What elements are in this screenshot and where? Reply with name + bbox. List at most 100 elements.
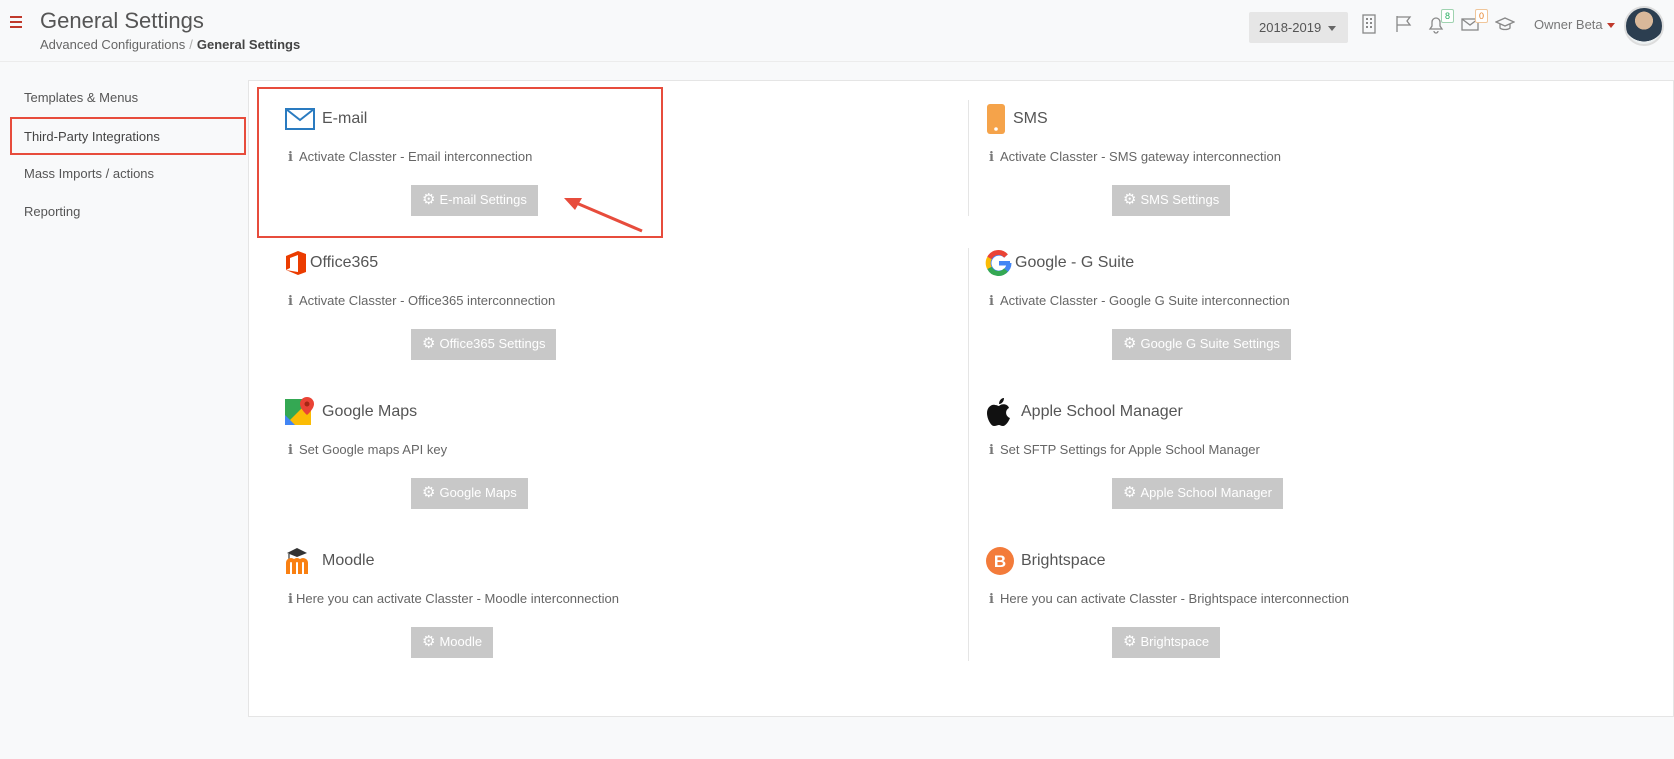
google-maps-title: Google Maps (322, 403, 418, 420)
moodle-card-title: Moodle (284, 546, 374, 576)
envelope-icon[interactable]: 0 (1460, 9, 1488, 34)
sidebar-item-mass-imports[interactable]: Mass Imports / actions (10, 155, 246, 193)
gsuite-card-title: Google - G Suite (985, 248, 1134, 278)
user-menu[interactable]: Owner Beta (1534, 17, 1615, 32)
info-icon: i (989, 294, 994, 309)
brightspace-button[interactable]: ⚙ Brightspace (1112, 627, 1221, 658)
gears-icon: ⚙ (422, 633, 436, 650)
moodle-button[interactable]: ⚙ Moodle (411, 627, 494, 658)
phone-icon (985, 104, 1007, 134)
moodle-card: Moodle i Here you can activate Classter -… (284, 546, 964, 686)
google-maps-label: Google Maps (439, 485, 517, 500)
breadcrumb-current: General Settings (196, 37, 301, 52)
info-icon: i (989, 443, 994, 458)
column-divider (968, 248, 969, 661)
notifications-badge: 8 (1440, 9, 1454, 23)
gsuite-settings-label: Google G Suite Settings (1140, 336, 1280, 351)
gears-icon: ⚙ (1123, 191, 1137, 208)
gsuite-title: Google - G Suite (1015, 254, 1135, 271)
sms-settings-label: SMS Settings (1140, 192, 1220, 207)
menu-icon[interactable] (10, 16, 22, 28)
google-icon (985, 248, 1013, 278)
brightspace-description: i Here you can activate Classter - Bright… (989, 591, 1349, 607)
moodle-description-text: Here you can activate Classter - Moodle … (295, 591, 619, 606)
brightspace-icon: B (985, 546, 1015, 576)
sms-description-text: Activate Classter - SMS gateway intercon… (999, 149, 1282, 164)
brightspace-card: B Brightspace i Here you can activate Cla… (985, 546, 1665, 686)
google-maps-card: Google Maps i Set Google maps API key ⚙ Go… (284, 397, 964, 537)
avatar[interactable] (1624, 6, 1664, 46)
gears-icon: ⚙ (1123, 484, 1137, 501)
sms-description: i Activate Classter - SMS gateway interco… (989, 149, 1281, 165)
apple-title: Apple School Manager (1021, 403, 1183, 420)
messages-badge: 0 (1474, 9, 1488, 23)
breadcrumb-parent[interactable]: Advanced Configurations (40, 37, 185, 52)
office365-card: Office365 i Activate Classter - Office365… (284, 248, 964, 388)
office365-description-text: Activate Classter - Office365 interconne… (298, 293, 556, 308)
apple-school-manager-label: Apple School Manager (1140, 485, 1272, 500)
brightspace-description-text: Here you can activate Classter - Brights… (999, 591, 1349, 606)
sidebar-item-third-party-integrations[interactable]: Third-Party Integrations (10, 117, 246, 155)
chevron-down-icon (1328, 26, 1337, 32)
info-icon: i (989, 592, 994, 607)
gears-icon: ⚙ (422, 335, 436, 352)
school-year-value: 2018-2019 (1259, 20, 1322, 35)
apple-description: i Set SFTP Settings for Apple School Mana… (989, 442, 1260, 458)
sms-title: SMS (1013, 110, 1048, 127)
info-icon: i (288, 443, 293, 458)
gsuite-description-text: Activate Classter - Google G Suite inter… (999, 293, 1290, 308)
svg-text:B: B (994, 552, 1006, 571)
google-maps-icon (284, 397, 316, 427)
breadcrumb: Advanced Configurations / General Settings (40, 37, 300, 52)
moodle-icon (284, 546, 316, 576)
brightspace-title: Brightspace (1021, 552, 1106, 569)
graduation-cap-icon[interactable] (1494, 14, 1516, 34)
moodle-description: i Here you can activate Classter - Moodle… (288, 591, 619, 607)
info-icon: i (288, 592, 293, 607)
office365-description: i Activate Classter - Office365 interconn… (288, 293, 555, 309)
info-icon: i (989, 150, 994, 165)
apple-icon (985, 397, 1013, 427)
apple-description-text: Set SFTP Settings for Apple School Manag… (999, 442, 1260, 457)
gsuite-card: Google - G Suite i Activate Classter - Go… (985, 248, 1665, 388)
apple-school-manager-button[interactable]: ⚙ Apple School Manager (1112, 478, 1283, 509)
office365-icon (284, 248, 308, 278)
settings-sidebar: Templates & Menus Third-Party Integratio… (10, 79, 246, 231)
brightspace-card-title: B Brightspace (985, 546, 1106, 576)
gears-icon: ⚙ (1123, 335, 1137, 352)
google-maps-description: i Set Google maps API key (288, 442, 447, 458)
sidebar-item-templates-menus[interactable]: Templates & Menus (10, 79, 246, 117)
school-year-select[interactable]: 2018-2019 (1249, 12, 1348, 43)
google-maps-card-title: Google Maps (284, 397, 417, 427)
moodle-title: Moodle (322, 552, 375, 569)
breadcrumb-separator: / (189, 37, 193, 52)
sidebar-item-reporting[interactable]: Reporting (10, 193, 246, 231)
brightspace-label: Brightspace (1140, 634, 1210, 649)
flag-icon[interactable] (1394, 14, 1414, 34)
sms-card-title: SMS (985, 104, 1048, 134)
google-maps-description-text: Set Google maps API key (298, 442, 448, 457)
bell-icon[interactable]: 8 (1426, 9, 1454, 34)
gsuite-description: i Activate Classter - Google G Suite inte… (989, 293, 1290, 309)
building-icon[interactable] (1360, 14, 1380, 34)
info-icon: i (288, 294, 293, 309)
annotation-arrow-icon (564, 198, 643, 233)
page-title: General Settings (40, 8, 204, 33)
moodle-label: Moodle (439, 634, 483, 649)
chevron-down-icon (1606, 23, 1615, 29)
office365-card-title: Office365 (284, 248, 378, 278)
user-name: Owner Beta (1534, 17, 1603, 32)
gsuite-settings-button[interactable]: ⚙ Google G Suite Settings (1112, 329, 1291, 360)
apple-card-title: Apple School Manager (985, 397, 1183, 427)
gears-icon: ⚙ (1123, 633, 1137, 650)
office365-settings-label: Office365 Settings (439, 336, 546, 351)
office365-title: Office365 (310, 254, 379, 271)
column-divider (968, 100, 969, 216)
gears-icon: ⚙ (422, 484, 436, 501)
sms-settings-button[interactable]: ⚙ SMS Settings (1112, 185, 1231, 216)
apple-school-manager-card: Apple School Manager i Set SFTP Settings … (985, 397, 1665, 537)
top-header: General Settings Advanced Configurations… (0, 0, 1674, 62)
office365-settings-button[interactable]: ⚙ Office365 Settings (411, 329, 557, 360)
sms-card: SMS i Activate Classter - SMS gateway int… (985, 104, 1665, 244)
google-maps-button[interactable]: ⚙ Google Maps (411, 478, 528, 509)
